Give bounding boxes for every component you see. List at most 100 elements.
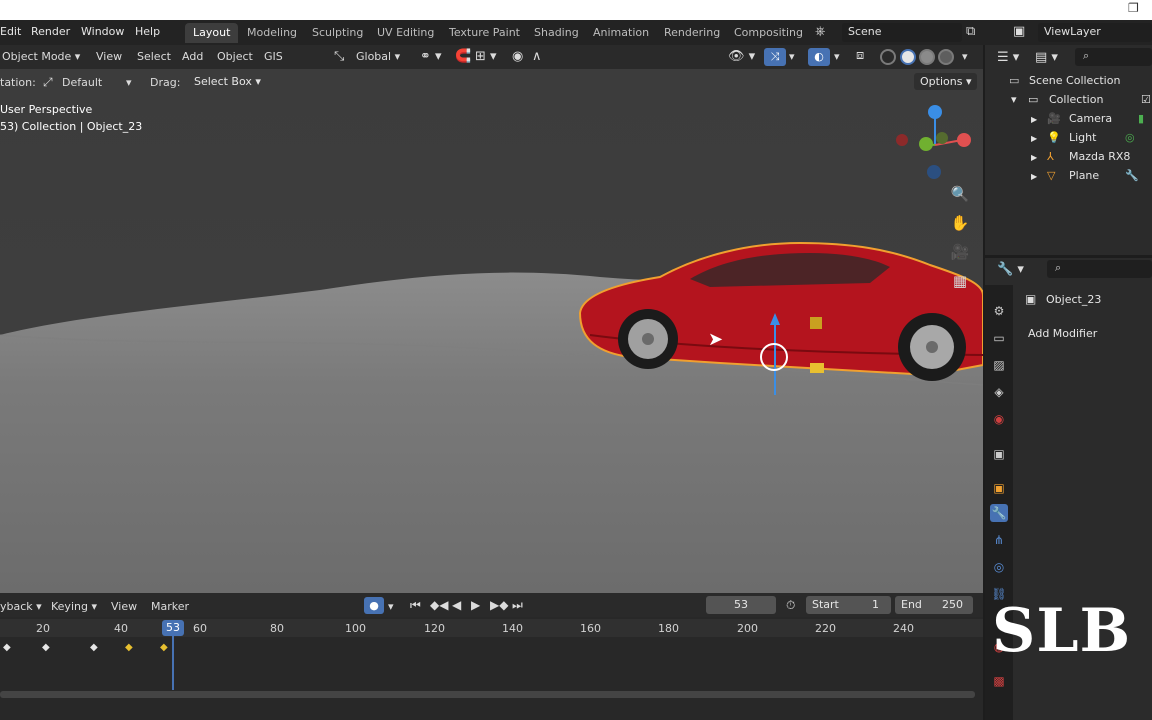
view-layer-icon[interactable]: ▣ xyxy=(1013,24,1025,39)
jump-start-icon[interactable]: ⏮ xyxy=(410,598,421,613)
keyframe-marker-selected[interactable]: ◆ xyxy=(160,642,168,653)
wireframe-shading-icon[interactable] xyxy=(880,49,896,65)
visibility-icon[interactable]: 👁 ▾ xyxy=(728,49,755,64)
ortho-grid-icon[interactable]: ▦ xyxy=(948,269,972,293)
outliner-row-plane[interactable]: ▶ ▽ Plane 🔧 xyxy=(995,167,1152,186)
playback-menu[interactable]: yback ▾ xyxy=(0,600,42,613)
prev-keyframe-icon[interactable]: ◆◀ xyxy=(430,598,448,612)
material-shading-icon[interactable] xyxy=(919,49,935,65)
timeline-scrollbar[interactable] xyxy=(0,691,975,698)
editor-type-icon[interactable]: ☰ ▾ xyxy=(997,50,1019,65)
current-frame-field[interactable]: 53 xyxy=(706,596,776,614)
scene-selector-icon[interactable]: ⎈ xyxy=(815,24,825,39)
menu-render[interactable]: Render xyxy=(31,25,70,38)
expand-collection-icon[interactable]: ▾ xyxy=(1011,93,1017,106)
tab-compositing[interactable]: Compositing xyxy=(726,23,811,43)
tab-uv-editing[interactable]: UV Editing xyxy=(369,23,442,43)
end-frame-field[interactable]: End 250 xyxy=(895,596,973,614)
solid-shading-icon[interactable] xyxy=(900,49,916,65)
playhead-line[interactable] xyxy=(172,636,174,690)
menu-edit[interactable]: Edit xyxy=(0,25,21,38)
object-origin-pivot[interactable] xyxy=(760,343,788,371)
expand-plane-icon[interactable]: ▶ xyxy=(1031,172,1037,181)
properties-editor-type-icon[interactable]: 🔧 ▾ xyxy=(997,262,1024,277)
object-tab-icon[interactable]: ▣ xyxy=(990,479,1008,497)
snap-target-icon[interactable]: ⊞ ▾ xyxy=(475,49,497,64)
transform-orientation-icon[interactable]: ⤡ xyxy=(334,49,344,64)
scene-field[interactable]: Scene xyxy=(842,23,962,42)
output-tab-icon[interactable]: ▨ xyxy=(990,356,1008,374)
display-mode-icon[interactable]: ▤ ▾ xyxy=(1035,50,1058,65)
add-modifier-button[interactable]: Add Modifier xyxy=(1024,324,1152,344)
options-dropdown[interactable]: Options ▾ xyxy=(914,73,978,90)
pivot-point-icon[interactable]: ⚭ ▾ xyxy=(420,49,442,64)
menu-object[interactable]: Object xyxy=(217,50,253,63)
outliner-row-mazda[interactable]: ▶ ⅄ Mazda RX8 xyxy=(995,148,1152,167)
expand-light-icon[interactable]: ▶ xyxy=(1031,134,1037,143)
keyframe-marker-selected[interactable]: ◆ xyxy=(125,642,133,653)
pan-hand-icon[interactable]: ✋ xyxy=(948,211,972,235)
tool-tab-icon[interactable]: ⚙ xyxy=(990,302,1008,320)
play-icon[interactable]: ▶ xyxy=(471,598,480,612)
play-reverse-icon[interactable]: ◀ xyxy=(452,598,461,612)
keying-menu[interactable]: Keying ▾ xyxy=(51,600,97,613)
outliner-row-collection[interactable]: ▾ ▭ Collection ☑ xyxy=(995,91,1152,110)
tab-rendering[interactable]: Rendering xyxy=(656,23,728,43)
texture-tab-icon[interactable]: ▩ xyxy=(990,672,1008,690)
view-layer-tab-icon[interactable]: ◈ xyxy=(990,383,1008,401)
tab-layout[interactable]: Layout xyxy=(185,23,239,43)
current-frame-indicator[interactable]: 53 xyxy=(162,620,184,636)
tab-modeling[interactable]: Modeling xyxy=(239,23,305,43)
scene-tab-icon[interactable]: ◉ xyxy=(990,410,1008,428)
start-frame-field[interactable]: Start 1 xyxy=(806,596,891,614)
keyframe-marker[interactable]: ◆ xyxy=(90,642,98,653)
proportional-edit-icon[interactable]: ◉ xyxy=(512,49,523,64)
orientation-default-dropdown[interactable]: Default xyxy=(62,76,102,89)
3d-viewport[interactable]: ➤ 🔍 ✋ 🎥 ▦ xyxy=(0,45,983,593)
rendered-shading-icon[interactable] xyxy=(938,49,954,65)
timeline-view-menu[interactable]: View xyxy=(111,600,137,613)
auto-keying-dropdown-icon[interactable]: ▾ xyxy=(388,600,394,613)
overlay-toggle-icon[interactable]: ◐ xyxy=(808,48,830,66)
outliner-search-field[interactable]: ⌕ xyxy=(1075,48,1152,66)
restore-window-icon[interactable]: ❐ xyxy=(1128,2,1140,14)
keyframe-marker[interactable]: ◆ xyxy=(42,642,50,653)
next-keyframe-icon[interactable]: ▶◆ xyxy=(490,598,508,612)
tab-shading[interactable]: Shading xyxy=(526,23,587,43)
snap-icon[interactable]: 🧲 xyxy=(455,49,471,64)
world-tab-icon[interactable]: ▣ xyxy=(990,445,1008,463)
xray-icon[interactable]: ⧈ xyxy=(856,48,864,63)
tab-animation[interactable]: Animation xyxy=(585,23,657,43)
menu-window[interactable]: Window xyxy=(81,25,124,38)
camera-view-icon[interactable]: 🎥 xyxy=(948,240,972,264)
expand-mazda-icon[interactable]: ▶ xyxy=(1031,153,1037,162)
shading-dropdown-icon[interactable]: ▾ xyxy=(962,50,968,63)
render-tab-icon[interactable]: ▭ xyxy=(990,329,1008,347)
orientation-dropdown[interactable]: Global ▾ xyxy=(356,50,400,63)
auto-keying-record-icon[interactable]: ● xyxy=(364,597,384,614)
properties-search-field[interactable]: ⌕ xyxy=(1047,260,1152,278)
collection-checkbox-icon[interactable]: ☑ xyxy=(1141,93,1151,106)
view-layer-field[interactable]: ViewLayer xyxy=(1038,23,1152,42)
mode-selector[interactable]: Object Mode ▾ xyxy=(2,50,80,63)
menu-gis[interactable]: GIS xyxy=(264,50,283,63)
falloff-icon[interactable]: ∧ xyxy=(532,49,542,64)
outliner-row-scene-collection[interactable]: ▭ Scene Collection xyxy=(995,72,1152,91)
modifier-tab-icon[interactable]: 🔧 xyxy=(990,504,1008,522)
keyframe-marker[interactable]: ◆ xyxy=(3,642,11,653)
menu-view[interactable]: View xyxy=(96,50,122,63)
car-model[interactable] xyxy=(570,235,983,395)
preview-range-icon[interactable]: ⏱ xyxy=(786,598,795,613)
jump-end-icon[interactable]: ⏭ xyxy=(512,598,523,613)
zoom-icon[interactable]: 🔍 xyxy=(948,182,972,206)
outliner-row-light[interactable]: ▶ 💡 Light ◎ xyxy=(995,129,1152,148)
physics-tab-icon[interactable]: ◎ xyxy=(990,558,1008,576)
navigation-gizmo[interactable] xyxy=(890,100,980,190)
copy-scene-icon[interactable]: ⧉ xyxy=(966,24,975,39)
particles-tab-icon[interactable]: ⋔ xyxy=(990,531,1008,549)
expand-camera-icon[interactable]: ▶ xyxy=(1031,115,1037,124)
orientation-default-arrow-icon[interactable]: ▾ xyxy=(126,76,132,89)
gizmo-toggle-icon[interactable]: ⤨ xyxy=(764,48,786,66)
gizmo-dropdown-icon[interactable]: ▾ xyxy=(789,50,795,63)
outliner-row-camera[interactable]: ▶ 🎥 Camera ▮ xyxy=(995,110,1152,129)
